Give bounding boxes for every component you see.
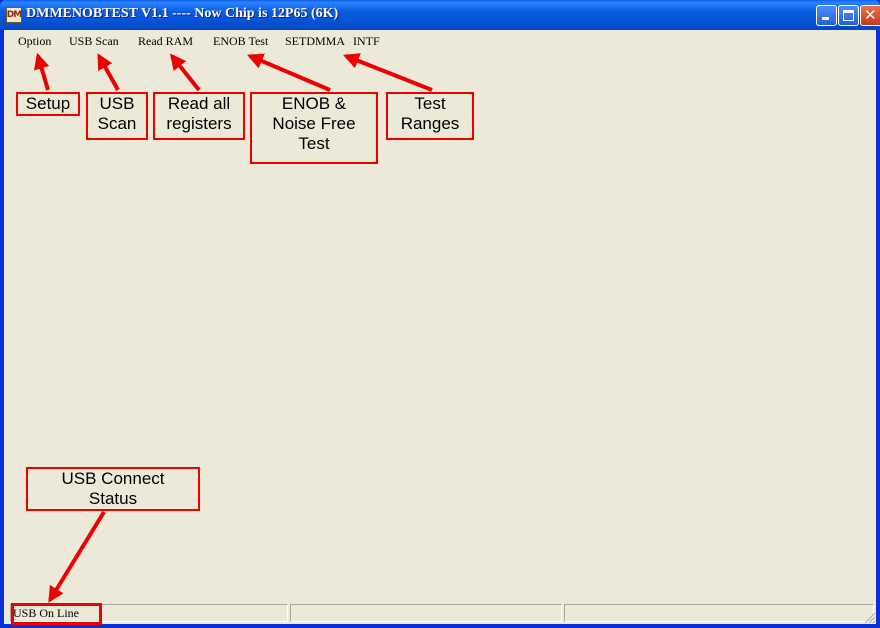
annotation-text: Status	[88, 489, 138, 508]
window-title: DMMENOBTEST V1.1 ---- Now Chip is 12P65 …	[26, 6, 339, 21]
annotation-text: Scan	[97, 114, 137, 133]
menu-bar: Option USB Scan Read RAM ENOB Test SETDM…	[4, 30, 876, 52]
close-button[interactable]: ✕	[860, 5, 880, 26]
menu-enob-test[interactable]: ENOB Test	[213, 34, 268, 49]
status-bar: USB On Line	[4, 602, 876, 624]
annotation-text: ENOB &	[281, 94, 347, 113]
menu-intf[interactable]: INTF	[353, 34, 380, 49]
close-icon: ✕	[864, 6, 877, 24]
annotation-text: USB Connect	[61, 469, 165, 488]
maximize-icon	[843, 10, 854, 21]
annotation-status-highlight	[11, 603, 102, 625]
annotation-text: Test	[414, 94, 446, 113]
maximize-button[interactable]	[838, 5, 859, 26]
status-pane-3	[564, 604, 874, 622]
resize-grip-icon[interactable]	[862, 610, 876, 624]
annotation-usb-scan: USB Scan	[86, 92, 148, 140]
minimize-icon	[822, 17, 829, 20]
annotation-test-ranges: Test Ranges	[386, 92, 474, 140]
title-bar[interactable]: DM DMMENOBTEST V1.1 ---- Now Chip is 12P…	[0, 0, 880, 30]
menu-read-ram[interactable]: Read RAM	[138, 34, 193, 49]
annotation-text: Test	[298, 134, 330, 153]
annotation-text: Noise Free	[272, 114, 356, 133]
annotation-read-all: Read all registers	[153, 92, 245, 140]
menu-usb-scan[interactable]: USB Scan	[69, 34, 119, 49]
annotation-text: registers	[166, 114, 232, 133]
minimize-button[interactable]	[816, 5, 837, 26]
annotation-setup-text: Setup	[25, 94, 71, 113]
status-pane-2	[290, 604, 562, 622]
annotation-text: USB	[99, 94, 135, 113]
annotation-usb-connect: USB Connect Status	[26, 467, 200, 511]
menu-option[interactable]: Option	[18, 34, 51, 49]
annotation-text: Read all	[167, 94, 231, 113]
app-icon[interactable]: DM	[6, 7, 22, 23]
annotation-text: Ranges	[400, 114, 460, 133]
annotation-setup: Setup	[16, 92, 80, 116]
annotation-enob: ENOB & Noise Free Test	[250, 92, 378, 164]
menu-setdmma[interactable]: SETDMMA	[285, 34, 345, 49]
